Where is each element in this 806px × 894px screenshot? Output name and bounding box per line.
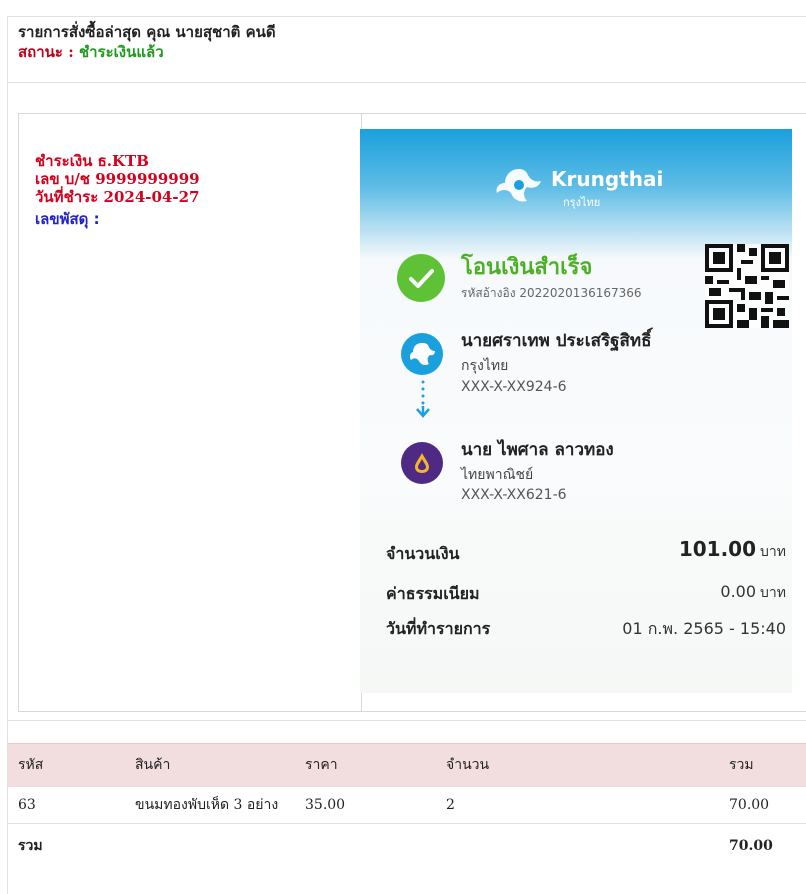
payment-info: ชำระเงิน ธ.KTB เลข บ/ช 9999999999 วันที่… <box>35 152 200 228</box>
cell-price: 35.00 <box>295 786 436 824</box>
order-items-table: รหัส สินค้า ราคา จำนวน รวม 63 ขนมทองพับเ… <box>8 743 806 866</box>
col-price-header: ราคา <box>295 743 436 787</box>
col-qty-header: จำนวน <box>436 743 719 787</box>
amount-value: 101.00 บาท <box>679 537 786 563</box>
currency-unit: บาท <box>760 585 786 601</box>
col-code-header: รหัส <box>8 743 125 787</box>
cell-qty: 2 <box>436 786 719 824</box>
status-value: ชำระเงินแล้ว <box>78 43 164 61</box>
order-title: รายการสั่งซื้อล่าสุด คุณ นายสุชาติ คนดี <box>18 23 276 41</box>
receiver-name: นาย ไพศาล ลาวทอง <box>461 440 614 460</box>
fee-number: 0.00 <box>720 582 757 601</box>
qr-code-icon <box>705 244 789 328</box>
footer-label: รวม <box>8 823 719 866</box>
divider <box>7 720 806 721</box>
order-status: สถานะ : ชำระเงินแล้ว <box>18 42 276 62</box>
bank-name-th: กรุงไทย <box>563 196 601 209</box>
transfer-slip-image[interactable]: Krungthai กรุงไทย โอนเงินสำเร็จ รหัสอ้าง… <box>360 129 792 693</box>
payment-panel: ชำระเงิน ธ.KTB เลข บ/ช 9999999999 วันที่… <box>18 113 806 712</box>
payment-account: เลข บ/ช 9999999999 <box>35 170 200 188</box>
order-header: รายการสั่งซื้อล่าสุด คุณ นายสุชาติ คนดี … <box>18 22 276 62</box>
cell-total: 70.00 <box>719 786 806 824</box>
currency-unit: บาท <box>760 544 786 560</box>
arrow-down-icon <box>416 380 430 418</box>
bank-name: Krungthai <box>551 167 664 191</box>
ktb-logo-icon <box>401 333 443 375</box>
amount-label: จำนวนเงิน <box>386 544 460 563</box>
receiver-account: XXX-X-XX621-6 <box>461 487 567 503</box>
tracking-label: เลขพัสดุ : <box>35 210 100 228</box>
footer-total: 70.00 <box>719 823 806 866</box>
table-footer-row: รวม 70.00 <box>8 823 806 866</box>
col-total-header: รวม <box>719 743 806 787</box>
date-label: วันที่ทำรายการ <box>386 619 491 638</box>
col-product-header: สินค้า <box>125 743 295 787</box>
scb-logo-icon <box>401 442 443 484</box>
amount-number: 101.00 <box>678 537 757 561</box>
table-row: 63 ขนมทองพับเห็ด 3 อย่าง 35.00 2 70.00 <box>8 786 806 824</box>
check-icon <box>397 254 445 302</box>
ktb-logo-icon <box>496 169 541 202</box>
divider <box>7 82 806 83</box>
table-header-row: รหัส สินค้า ราคา จำนวน รวม <box>8 743 806 787</box>
sender-bank: กรุงไทย <box>461 358 509 374</box>
payment-date: วันที่ชำระ 2024-04-27 <box>35 188 200 206</box>
sender-account: XXX-X-XX924-6 <box>461 379 567 395</box>
fee-label: ค่าธรรมเนียม <box>386 584 480 603</box>
sender-name: นายศราเทพ ประเสริฐสิทธิ์ <box>461 331 652 351</box>
slip-title: โอนเงินสำเร็จ <box>461 255 593 280</box>
cell-code: 63 <box>8 786 125 824</box>
fee-value: 0.00 บาท <box>720 582 786 604</box>
payment-method: ชำระเงิน ธ.KTB <box>35 152 149 170</box>
slip-reference: รหัสอ้างอิง 2022020136167366 <box>461 286 642 300</box>
receiver-bank: ไทยพาณิชย์ <box>461 467 534 483</box>
cell-product: ขนมทองพับเห็ด 3 อย่าง <box>125 786 295 824</box>
date-value: 01 ก.พ. 2565 - 15:40 <box>622 619 786 638</box>
status-label: สถานะ : <box>18 43 79 61</box>
